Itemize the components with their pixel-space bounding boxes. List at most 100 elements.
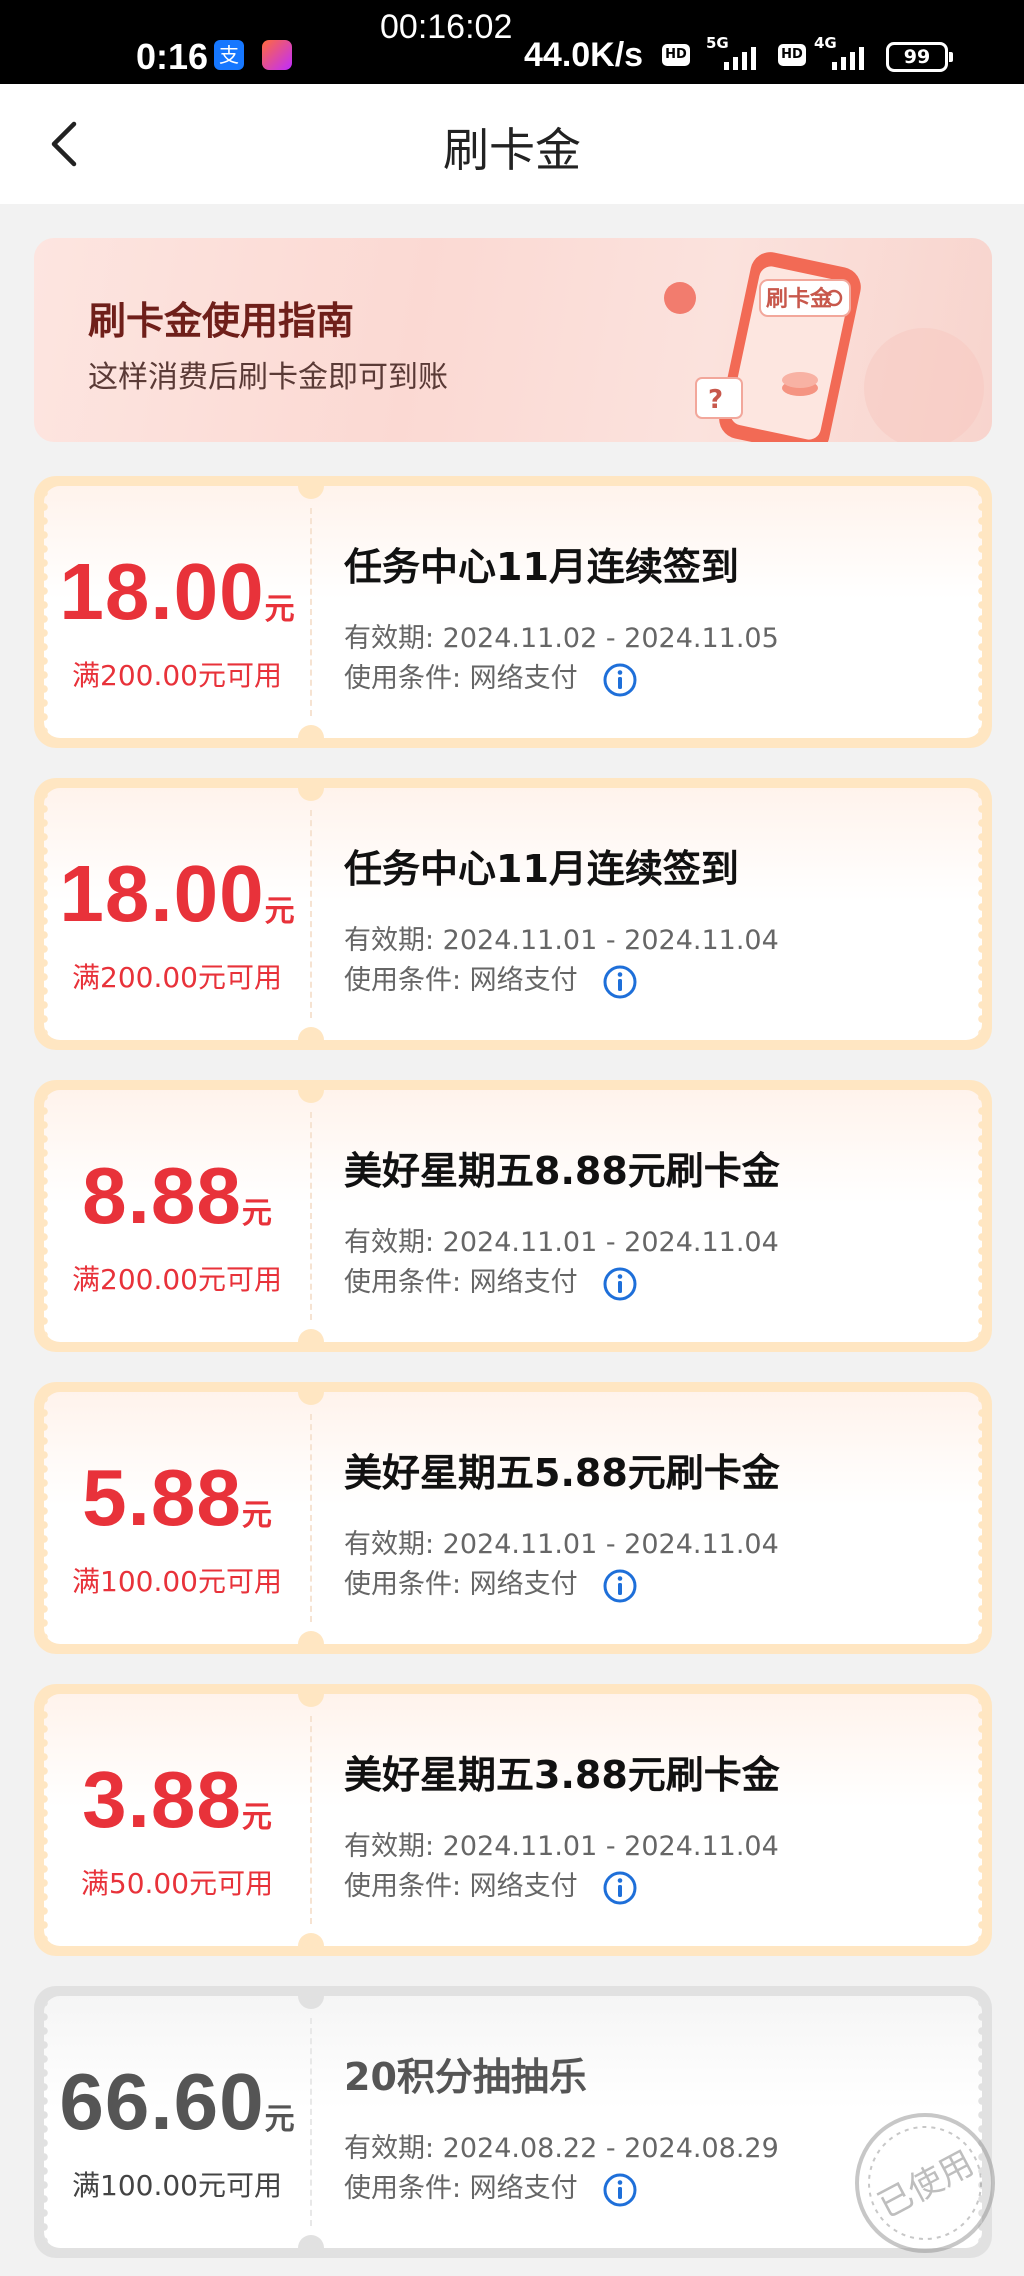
coupon-min-spend: 满200.00元可用 xyxy=(72,1263,282,1296)
coupon-title: 美好星期五8.88元刷卡金 xyxy=(344,1149,780,1193)
coupon-amount: 3.88 xyxy=(82,1755,242,1844)
coupon-card-3[interactable]: 8.88元 满200.00元可用 美好星期五8.88元刷卡金 有效期: 2024… xyxy=(34,1080,992,1352)
app-notification-icon xyxy=(262,40,292,70)
coupon-amount: 8.88 xyxy=(82,1151,242,1240)
coupon-edge-right xyxy=(978,486,982,738)
coupon-card-1[interactable]: 18.00元 满200.00元可用 任务中心11月连续签到 有效期: 2024.… xyxy=(34,476,992,748)
alipay-notification-icon: 支 xyxy=(214,40,244,70)
coupon-min-spend: 满200.00元可用 xyxy=(72,961,282,994)
coupon-title: 美好星期五3.88元刷卡金 xyxy=(344,1753,780,1797)
coupon-unit: 元 xyxy=(241,1196,272,1231)
coupon-edge-right xyxy=(978,1694,982,1946)
coupon-notch-top xyxy=(298,1996,324,2009)
coupon-amount-group: 18.00元 xyxy=(44,546,310,638)
coupon-unit: 元 xyxy=(264,2102,295,2137)
coupon-card-6[interactable]: 66.60元 满100.00元可用 20积分抽抽乐 有效期: 2024.08.2… xyxy=(34,1986,992,2258)
phone-illustration-icon: 刷卡金 ? xyxy=(664,252,984,442)
coupon-validity: 有效期: 2024.11.01 - 2024.11.04 xyxy=(344,1529,779,1560)
coupon-card-2[interactable]: 18.00元 满200.00元可用 任务中心11月连续签到 有效期: 2024.… xyxy=(34,778,992,1050)
coupon-usage: 使用条件: 网络支付 xyxy=(344,663,578,694)
coupon-unit: 元 xyxy=(241,1498,272,1533)
coupon-unit: 元 xyxy=(264,894,295,929)
coupon-notch-bottom xyxy=(298,1631,324,1644)
coupon-edge-right xyxy=(978,1392,982,1644)
signal-icon xyxy=(724,47,756,70)
coupon-amount-group: 5.88元 xyxy=(44,1452,310,1544)
coupon-amount: 18.00 xyxy=(59,547,265,636)
coupon-divider xyxy=(310,508,312,716)
coupon-usage: 使用条件: 网络支付 xyxy=(344,2173,578,2204)
coupon-notch-top xyxy=(298,1392,324,1405)
coupon-usage-row: 使用条件: 网络支付 xyxy=(344,1562,638,1604)
coupon-title: 任务中心11月连续签到 xyxy=(344,545,739,589)
status-bar: 0:16 支 00:16:02 44.0K/s HD 5G HD 4G 99 xyxy=(0,0,1024,84)
coupon-unit: 元 xyxy=(264,592,295,627)
coupon-usage-row: 使用条件: 网络支付 xyxy=(344,1864,638,1906)
coupon-divider xyxy=(310,810,312,1018)
coupon-notch-bottom xyxy=(298,1027,324,1040)
network-speed: 44.0K/s xyxy=(524,36,644,74)
coupon-notch-top xyxy=(298,788,324,801)
coupon-usage: 使用条件: 网络支付 xyxy=(344,1871,578,1902)
coupon-divider xyxy=(310,1716,312,1924)
coupon-validity: 有效期: 2024.11.02 - 2024.11.05 xyxy=(344,623,779,654)
coupon-usage-row: 使用条件: 网络支付 xyxy=(344,2166,638,2208)
coupon-amount-group: 66.60元 xyxy=(44,2056,310,2148)
coupon-notch-top xyxy=(298,1694,324,1707)
info-icon[interactable] xyxy=(602,2172,638,2208)
used-stamp-text: 已使用 xyxy=(872,2143,981,2226)
coupon-amount: 18.00 xyxy=(59,849,265,938)
info-icon[interactable] xyxy=(602,662,638,698)
signal-icon xyxy=(832,47,864,70)
info-icon[interactable] xyxy=(602,1266,638,1302)
nav-bar: 刷卡金 xyxy=(0,84,1024,204)
coupon-card-4[interactable]: 5.88元 满100.00元可用 美好星期五5.88元刷卡金 有效期: 2024… xyxy=(34,1382,992,1654)
coupon-validity: 有效期: 2024.11.01 - 2024.11.04 xyxy=(344,1227,779,1258)
info-icon[interactable] xyxy=(602,1568,638,1604)
coupon-divider xyxy=(310,1414,312,1622)
status-time: 0:16 xyxy=(136,36,209,77)
coupon-validity: 有效期: 2024.11.01 - 2024.11.04 xyxy=(344,1831,779,1862)
coupon-body: 3.88元 满50.00元可用 美好星期五3.88元刷卡金 有效期: 2024.… xyxy=(44,1694,982,1946)
coupon-notch-top xyxy=(298,1090,324,1103)
coupon-amount-group: 18.00元 xyxy=(44,848,310,940)
coupon-amount: 5.88 xyxy=(82,1453,242,1542)
coupon-body: 18.00元 满200.00元可用 任务中心11月连续签到 有效期: 2024.… xyxy=(44,788,982,1040)
phone-search-label: 刷卡金 xyxy=(766,286,833,312)
coupon-amount-group: 8.88元 xyxy=(44,1150,310,1242)
info-icon[interactable] xyxy=(602,1870,638,1906)
coupon-min-spend: 满50.00元可用 xyxy=(80,1867,274,1900)
coupon-edge-right xyxy=(978,788,982,1040)
coupon-min-spend: 满100.00元可用 xyxy=(72,2169,282,2202)
coupon-usage: 使用条件: 网络支付 xyxy=(344,1569,578,1600)
coupon-body: 8.88元 满200.00元可用 美好星期五8.88元刷卡金 有效期: 2024… xyxy=(44,1090,982,1342)
usage-guide-banner[interactable]: 刷卡金使用指南 这样消费后刷卡金即可到账 刷卡金 ? xyxy=(34,238,992,442)
coupon-usage: 使用条件: 网络支付 xyxy=(344,1267,578,1298)
status-center-clock: 00:16:02 xyxy=(380,8,513,46)
coupon-validity: 有效期: 2024.08.22 - 2024.08.29 xyxy=(344,2133,779,2164)
page-title: 刷卡金 xyxy=(443,123,581,177)
coupon-body: 66.60元 满100.00元可用 20积分抽抽乐 有效期: 2024.08.2… xyxy=(44,1996,982,2248)
coupon-notch-bottom xyxy=(298,1329,324,1342)
info-icon[interactable] xyxy=(602,964,638,1000)
coupon-amount-group: 3.88元 xyxy=(44,1754,310,1846)
coupon-usage: 使用条件: 网络支付 xyxy=(344,965,578,996)
coupon-card-5[interactable]: 3.88元 满50.00元可用 美好星期五3.88元刷卡金 有效期: 2024.… xyxy=(34,1684,992,1956)
coupon-divider xyxy=(310,2018,312,2226)
used-stamp-icon: 已使用 xyxy=(855,2113,995,2253)
coupon-body: 18.00元 满200.00元可用 任务中心11月连续签到 有效期: 2024.… xyxy=(44,486,982,738)
coupon-title: 任务中心11月连续签到 xyxy=(344,847,739,891)
coupon-notch-bottom xyxy=(298,1933,324,1946)
coupon-min-spend: 满100.00元可用 xyxy=(72,1565,282,1598)
coupon-body: 5.88元 满100.00元可用 美好星期五5.88元刷卡金 有效期: 2024… xyxy=(44,1392,982,1644)
guide-subtitle: 这样消费后刷卡金即可到账 xyxy=(88,360,448,395)
coupon-unit: 元 xyxy=(241,1800,272,1835)
coupon-notch-top xyxy=(298,486,324,499)
coupon-usage-row: 使用条件: 网络支付 xyxy=(344,958,638,1000)
coupon-validity: 有效期: 2024.11.01 - 2024.11.04 xyxy=(344,925,779,956)
coupon-amount: 66.60 xyxy=(59,2057,265,2146)
hd-badge-icon: HD xyxy=(662,44,690,66)
coupon-title: 20积分抽抽乐 xyxy=(344,2055,587,2099)
coupon-usage-row: 使用条件: 网络支付 xyxy=(344,656,638,698)
coupon-divider xyxy=(310,1112,312,1320)
